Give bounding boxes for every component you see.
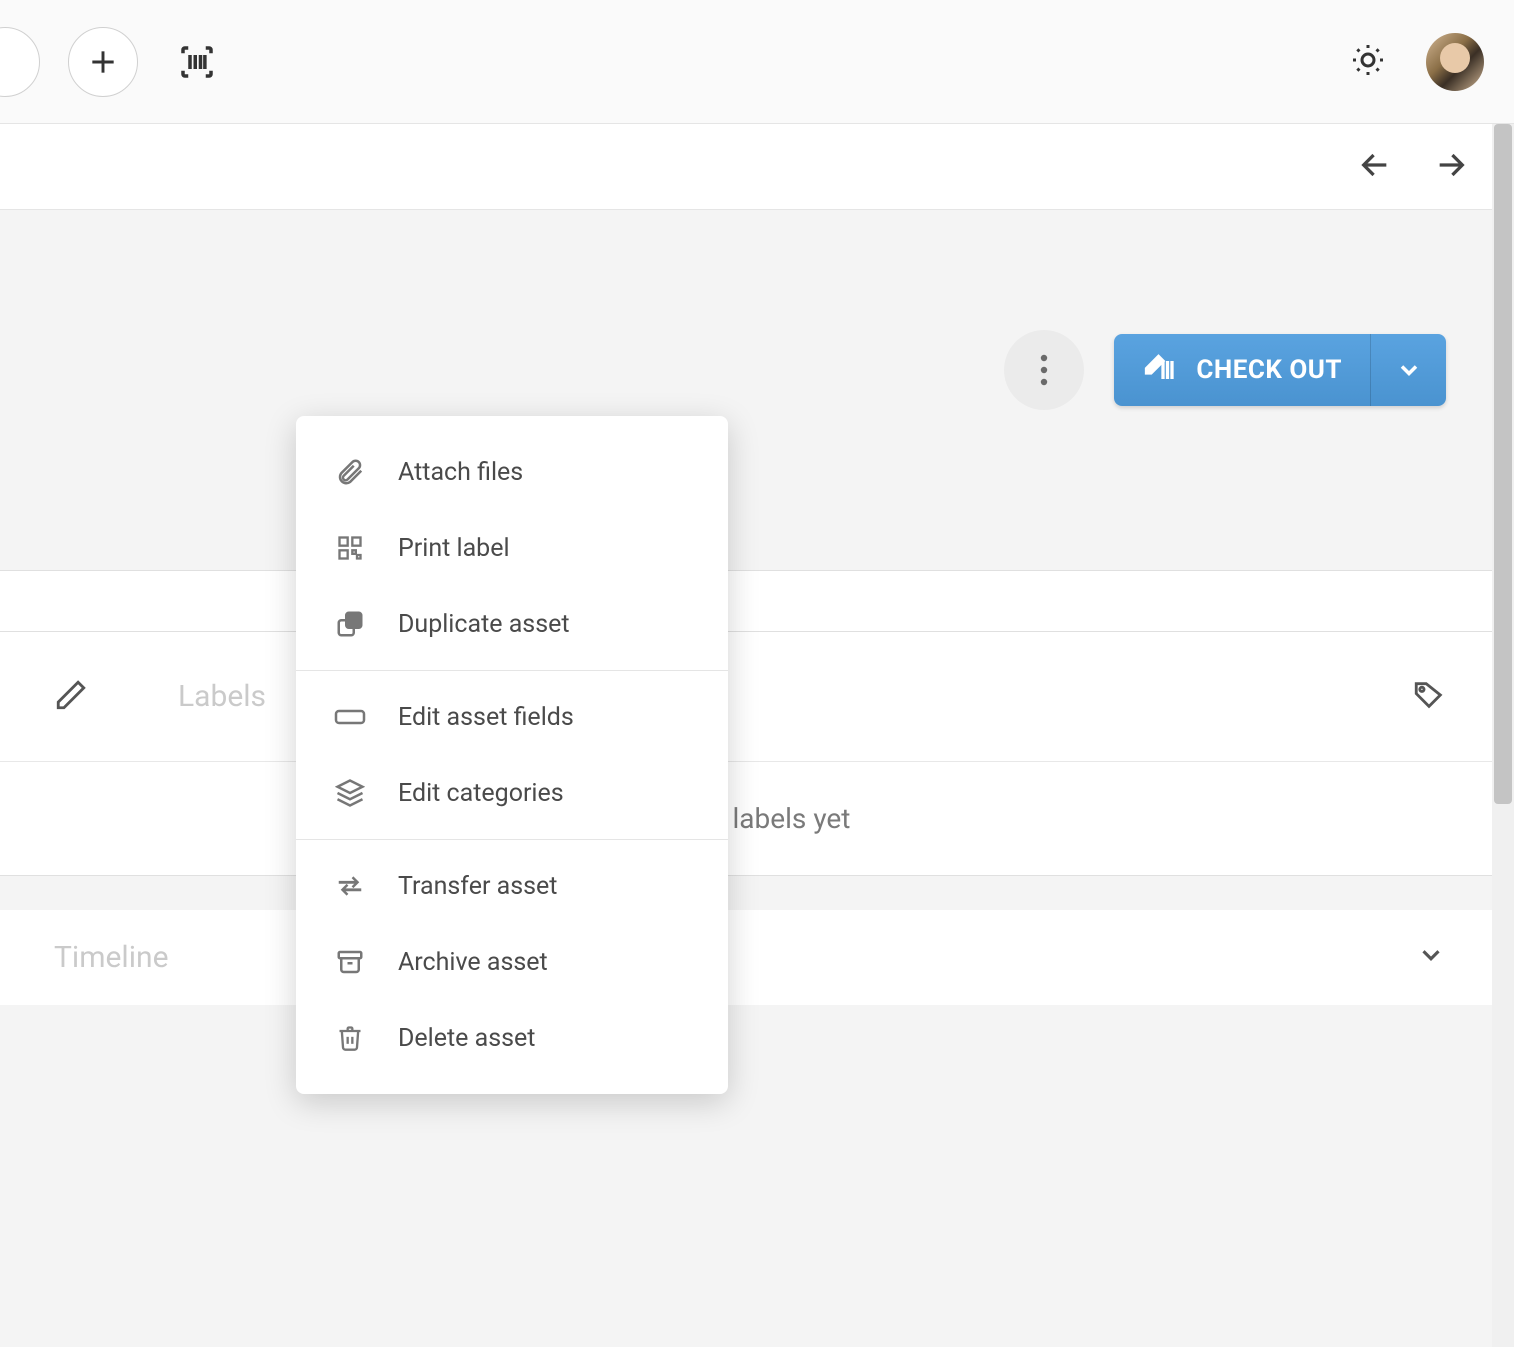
trash-icon xyxy=(332,1020,368,1056)
header-right xyxy=(1350,33,1484,91)
menu-item-label: Duplicate asset xyxy=(398,610,570,639)
field-icon xyxy=(332,699,368,735)
checkout-button-main[interactable]: CHECK OUT xyxy=(1114,334,1370,406)
header-left xyxy=(0,27,228,97)
checkout-dropdown-button[interactable] xyxy=(1370,334,1446,406)
chevron-down-icon xyxy=(1416,940,1446,970)
menu-print-label[interactable]: Print label xyxy=(296,510,728,586)
arrow-left-icon xyxy=(1358,148,1392,182)
checkout-icon xyxy=(1142,352,1178,388)
scrollbar-thumb[interactable] xyxy=(1494,124,1512,804)
menu-item-label: Print label xyxy=(398,534,510,563)
scan-barcode-button[interactable] xyxy=(166,31,228,93)
labels-empty-state: No labels yet xyxy=(0,762,1500,835)
menu-item-label: Edit asset fields xyxy=(398,703,574,732)
menu-item-label: Attach files xyxy=(398,458,523,487)
menu-item-label: Delete asset xyxy=(398,1024,535,1053)
menu-item-label: Transfer asset xyxy=(398,872,557,901)
user-avatar[interactable] xyxy=(1426,33,1484,91)
edit-button[interactable] xyxy=(54,678,88,716)
barcode-icon xyxy=(176,41,218,83)
qr-icon xyxy=(332,530,368,566)
app-header xyxy=(0,0,1514,124)
nav-next-button[interactable] xyxy=(1434,148,1468,186)
menu-item-label: Edit categories xyxy=(398,779,564,808)
action-row: CHECK OUT xyxy=(1004,330,1446,410)
layers-icon xyxy=(332,775,368,811)
more-actions-button[interactable] xyxy=(1004,330,1084,410)
checkout-button[interactable]: CHECK OUT xyxy=(1114,334,1446,406)
actions-menu: Attach files Print label Duplicate asset xyxy=(296,416,728,1094)
paperclip-icon xyxy=(332,454,368,490)
labels-header: Labels xyxy=(0,632,1500,762)
sun-icon xyxy=(1350,42,1386,78)
arrow-right-icon xyxy=(1434,148,1468,182)
menu-attach-files[interactable]: Attach files xyxy=(296,434,728,510)
timeline-title: Timeline xyxy=(54,940,168,975)
dots-vertical-icon xyxy=(1040,353,1048,387)
archive-icon xyxy=(332,944,368,980)
chevron-down-icon xyxy=(1395,356,1423,384)
checkout-label: CHECK OUT xyxy=(1196,355,1342,385)
duplicate-icon xyxy=(332,606,368,642)
menu-divider xyxy=(296,839,728,840)
section-divider xyxy=(0,570,1500,632)
transfer-icon xyxy=(332,868,368,904)
menu-item-label: Archive asset xyxy=(398,948,548,977)
main-content: CHECK OUT Labels xyxy=(0,210,1514,1347)
menu-transfer-asset[interactable]: Transfer asset xyxy=(296,848,728,924)
nav-prev-button[interactable] xyxy=(1358,148,1392,186)
menu-divider xyxy=(296,670,728,671)
timeline-collapse-button[interactable] xyxy=(1416,940,1446,974)
menu-duplicate-asset[interactable]: Duplicate asset xyxy=(296,586,728,662)
timeline-panel: Timeline xyxy=(0,910,1500,1005)
labels-header-left: Labels xyxy=(54,678,266,716)
menu-edit-fields[interactable]: Edit asset fields xyxy=(296,679,728,755)
vertical-scrollbar[interactable] xyxy=(1492,124,1514,1347)
tag-icon xyxy=(1412,678,1446,712)
labels-panel: Labels No labels yet xyxy=(0,632,1500,876)
menu-delete-asset[interactable]: Delete asset xyxy=(296,1000,728,1076)
nav-row xyxy=(0,124,1514,210)
labels-title: Labels xyxy=(178,679,266,714)
add-button[interactable] xyxy=(68,27,138,97)
pencil-icon xyxy=(54,678,88,712)
menu-edit-categories[interactable]: Edit categories xyxy=(296,755,728,831)
label-tag-button[interactable] xyxy=(1412,678,1446,716)
previous-circle-button[interactable] xyxy=(0,27,40,97)
theme-toggle-button[interactable] xyxy=(1350,42,1386,82)
menu-archive-asset[interactable]: Archive asset xyxy=(296,924,728,1000)
plus-icon xyxy=(87,46,119,78)
